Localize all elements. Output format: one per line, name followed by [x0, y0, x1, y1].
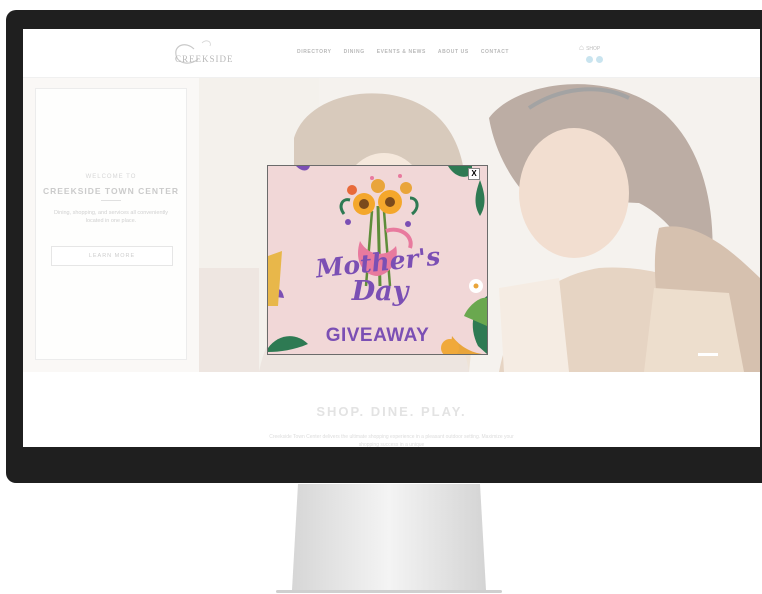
nav-dining[interactable]: DINING: [344, 49, 365, 55]
shopping-bag-icon: ⌂: [579, 43, 584, 52]
nav-about-us[interactable]: ABOUT US: [438, 49, 469, 55]
social-links: [586, 56, 603, 63]
giveaway-heading: GIVEAWAY: [325, 325, 430, 346]
intro-section: SHOP. DINE. PLAY. Creekside Town Center …: [23, 372, 760, 447]
nav-contact[interactable]: CONTACT: [481, 49, 509, 55]
divider: [101, 200, 121, 201]
section-description: Creekside Town Center delivers the ultim…: [269, 434, 514, 447]
learn-more-button[interactable]: LEARN MORE: [51, 246, 173, 266]
giveaway-popup[interactable]: Mother's Day GIVEAWAY: [267, 165, 488, 355]
welcome-title: CREEKSIDE TOWN CENTER: [42, 186, 180, 196]
main-nav: DIRECTORY DINING EVENTS & NEWS ABOUT US …: [297, 49, 509, 55]
close-popup-button[interactable]: X: [468, 168, 480, 180]
shop-link[interactable]: ⌂ SHOP: [579, 43, 600, 52]
nav-directory[interactable]: DIRECTORY: [297, 49, 332, 55]
shop-label: SHOP: [586, 46, 601, 52]
instagram-icon[interactable]: [596, 56, 603, 63]
monitor-stand: [292, 484, 486, 590]
section-tagline: SHOP. DINE. PLAY.: [316, 404, 467, 419]
nav-events-news[interactable]: EVENTS & NEWS: [377, 49, 426, 55]
welcome-card: WELCOME TO CREEKSIDE TOWN CENTER Dining,…: [35, 88, 187, 360]
monitor-base: [276, 590, 502, 593]
slider-indicator[interactable]: [698, 353, 718, 356]
creekside-logo-icon[interactable]: [172, 37, 244, 69]
site-header: CREEKSIDE DIRECTORY DINING EVENTS & NEWS…: [23, 29, 760, 78]
welcome-description: Dining, shopping, and services all conve…: [53, 210, 169, 224]
day-heading: Day: [351, 276, 409, 307]
logo-text: CREEKSIDE: [175, 54, 234, 64]
facebook-icon[interactable]: [586, 56, 593, 63]
welcome-subtitle: WELCOME TO: [85, 174, 137, 180]
